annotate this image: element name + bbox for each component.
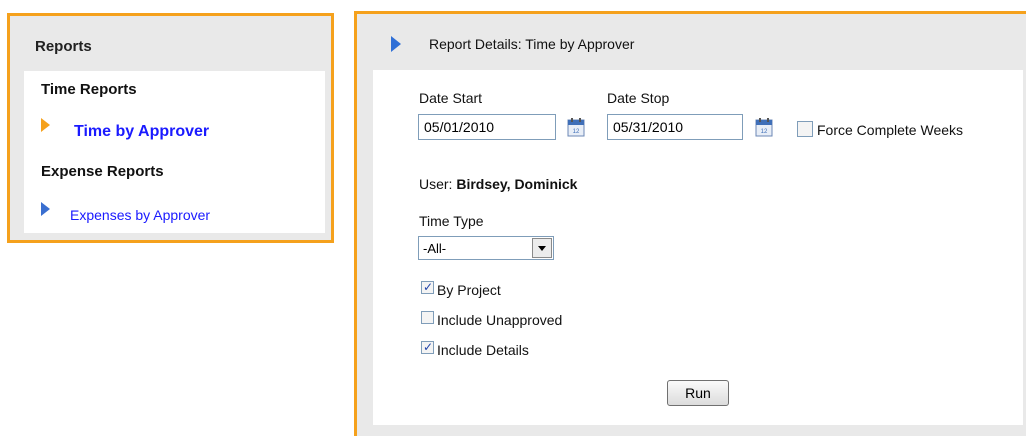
date-start-label: Date Start [419, 90, 483, 106]
selected-arrow-icon [41, 118, 50, 132]
calendar-icon[interactable]: 12 [755, 117, 773, 137]
nav-link-expenses-by-approver[interactable]: Expenses by Approver [70, 207, 210, 223]
report-form: Date Start 12 Date Stop 12 ✓ Force Compl… [373, 70, 1023, 425]
force-complete-weeks-label: Force Complete Weeks [817, 122, 964, 138]
user-label: User: [419, 176, 453, 192]
dropdown-chevron-icon[interactable] [532, 238, 552, 258]
nav-link-time-by-approver[interactable]: Time by Approver [74, 123, 209, 141]
by-project-checkbox[interactable]: ✓ [421, 280, 434, 294]
svg-text:12: 12 [761, 129, 768, 135]
include-details-label: Include Details [437, 342, 529, 358]
arrow-right-icon [41, 202, 50, 216]
reports-panel-title: Reports [35, 38, 92, 55]
run-button[interactable]: Run [667, 380, 729, 406]
date-stop-input[interactable] [607, 114, 743, 140]
time-type-label: Time Type [419, 213, 484, 229]
svg-text:12: 12 [573, 129, 580, 135]
user-name: Birdsey, Dominick [456, 176, 578, 192]
reports-list: Time Reports Time by Approver Expense Re… [24, 71, 325, 233]
calendar-icon[interactable]: 12 [567, 117, 585, 137]
report-details-panel: Report Details: Time by Approver Date St… [354, 11, 1026, 436]
date-stop-label: Date Stop [607, 90, 670, 106]
include-unapproved-checkbox[interactable]: ✓ [421, 311, 434, 324]
report-details-title: Report Details: Time by Approver [429, 36, 635, 52]
time-type-select[interactable]: -All- [418, 236, 554, 260]
include-unapproved-label: Include Unapproved [437, 312, 563, 328]
arrow-right-icon [391, 36, 401, 52]
section-heading-expense-reports: Expense Reports [41, 163, 164, 180]
date-start-input[interactable] [418, 114, 556, 140]
by-project-label: By Project [437, 282, 501, 298]
include-details-checkbox[interactable]: ✓ [421, 340, 434, 354]
reports-panel: Reports Time Reports Time by Approver Ex… [7, 13, 334, 243]
time-type-value: -All- [423, 241, 447, 256]
user-line: User: Birdsey, Dominick [419, 176, 577, 192]
force-complete-weeks-checkbox[interactable]: ✓ [797, 121, 813, 137]
section-heading-time-reports: Time Reports [41, 81, 137, 98]
